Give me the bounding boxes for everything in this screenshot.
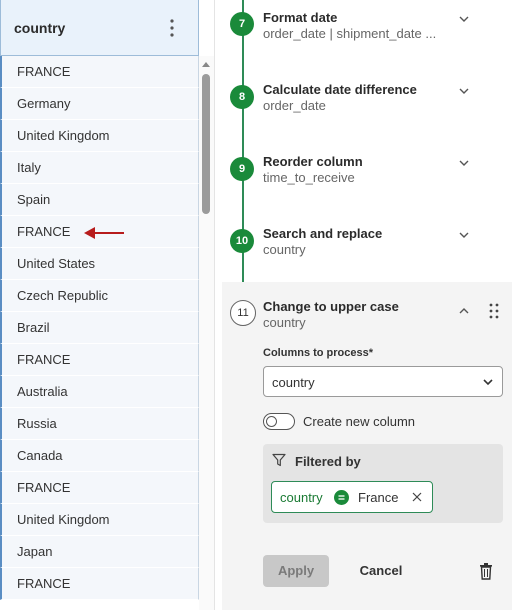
cell-value: Canada: [17, 448, 63, 463]
cell-value: Italy: [17, 160, 41, 175]
columns-to-process-select[interactable]: country: [263, 366, 503, 397]
column-header[interactable]: country: [0, 0, 199, 56]
table-row[interactable]: FRANCE: [0, 56, 199, 88]
create-new-column-toggle[interactable]: [263, 413, 295, 430]
table-row[interactable]: Brazil: [0, 312, 199, 344]
recipe-step[interactable]: 9 Reorder column time_to_receive: [222, 144, 512, 216]
column-title: country: [14, 20, 66, 36]
step-number-badge: 7: [230, 12, 254, 36]
step-title: Format date: [263, 10, 338, 25]
cell-value: FRANCE: [17, 64, 71, 79]
chevron-up-icon[interactable]: [458, 306, 470, 316]
remove-filter-close-icon[interactable]: [411, 491, 423, 503]
chevron-down-icon[interactable]: [458, 230, 470, 240]
create-new-column-label: Create new column: [303, 414, 415, 429]
equals-icon: [334, 490, 349, 505]
cell-value: FRANCE: [17, 224, 71, 239]
step-subtitle: order_date: [263, 98, 326, 113]
drag-handle-icon[interactable]: [488, 302, 500, 320]
kebab-menu-icon[interactable]: [165, 16, 179, 40]
filter-value: France: [358, 490, 399, 505]
table-row[interactable]: Canada: [0, 440, 199, 472]
step-subtitle: country: [263, 242, 306, 257]
step-title: Calculate date difference: [263, 82, 417, 97]
filter-box: Filtered by country France: [263, 444, 503, 523]
filter-funnel-icon: [272, 453, 286, 467]
table-row[interactable]: United Kingdom: [0, 504, 199, 536]
cell-value: Russia: [17, 416, 57, 431]
step-subtitle: time_to_receive: [263, 170, 355, 185]
step-subtitle: order_date | shipment_date ...: [263, 26, 437, 41]
step-number-badge: 10: [230, 229, 254, 253]
cell-value: FRANCE: [17, 576, 71, 591]
step-subtitle: country: [263, 315, 306, 330]
recipe-step[interactable]: 10 Search and replace country: [222, 216, 512, 288]
table-row[interactable]: Czech Republic: [0, 280, 199, 312]
step-number-badge: 9: [230, 157, 254, 181]
left-arrow-annotation-icon: [84, 227, 124, 239]
scroll-up-arrow-icon[interactable]: [202, 62, 210, 67]
cell-value: Germany: [17, 96, 71, 111]
column-values-list: FRANCE Germany United Kingdom Italy Spain FRA…: [0, 56, 199, 600]
trash-icon[interactable]: [479, 562, 493, 580]
table-row[interactable]: Spain: [0, 184, 199, 216]
table-row[interactable]: FRANCE: [0, 568, 199, 600]
step-title: Search and replace: [263, 226, 383, 241]
select-value: country: [272, 375, 315, 390]
active-recipe-step: 11 Change to upper case country Columns …: [222, 282, 512, 610]
cell-value: United States: [17, 256, 96, 271]
cell-value: FRANCE: [17, 480, 71, 495]
chevron-down-icon: [483, 379, 493, 386]
table-row[interactable]: Japan: [0, 536, 199, 568]
filtered-by-label: Filtered by: [295, 454, 361, 469]
cell-value: Australia: [17, 384, 68, 399]
chevron-down-icon[interactable]: [458, 14, 470, 24]
table-row[interactable]: Germany: [0, 88, 199, 120]
cell-value: FRANCE: [17, 352, 71, 367]
step-number-badge: 8: [230, 85, 254, 109]
table-row[interactable]: United Kingdom: [0, 120, 199, 152]
table-row[interactable]: FRANCE: [0, 472, 199, 504]
data-column-panel: country FRANCE Germany United Kingdom Italy…: [0, 0, 214, 610]
cell-value: United Kingdom: [17, 512, 110, 527]
chevron-down-icon[interactable]: [458, 158, 470, 168]
vertical-scrollbar[interactable]: [199, 56, 214, 610]
table-row[interactable]: Italy: [0, 152, 199, 184]
cell-value: Brazil: [17, 320, 50, 335]
table-row[interactable]: Russia: [0, 408, 199, 440]
cell-value: United Kingdom: [17, 128, 110, 143]
step-title: Change to upper case: [263, 299, 399, 314]
columns-to-process-label: Columns to process*: [263, 347, 374, 359]
table-row[interactable]: FRANCE: [0, 344, 199, 376]
scrollbar-thumb[interactable]: [202, 74, 210, 214]
table-row[interactable]: United States: [0, 248, 199, 280]
cell-value: Czech Republic: [17, 288, 109, 303]
cell-value: Japan: [17, 544, 53, 559]
recipe-step[interactable]: 8 Calculate date difference order_date: [222, 72, 512, 144]
cancel-button[interactable]: Cancel: [352, 555, 410, 587]
filter-column: country: [280, 490, 323, 505]
step-title: Reorder column: [263, 154, 363, 169]
cell-value: Spain: [17, 192, 51, 207]
table-row[interactable]: Australia: [0, 376, 199, 408]
apply-button[interactable]: Apply: [263, 555, 329, 587]
recipe-step[interactable]: 7 Format date order_date | shipment_date…: [222, 0, 512, 72]
chevron-down-icon[interactable]: [458, 86, 470, 96]
step-number-badge: 11: [230, 300, 256, 326]
filter-chip[interactable]: country France: [271, 481, 433, 513]
toggle-knob: [266, 416, 277, 427]
